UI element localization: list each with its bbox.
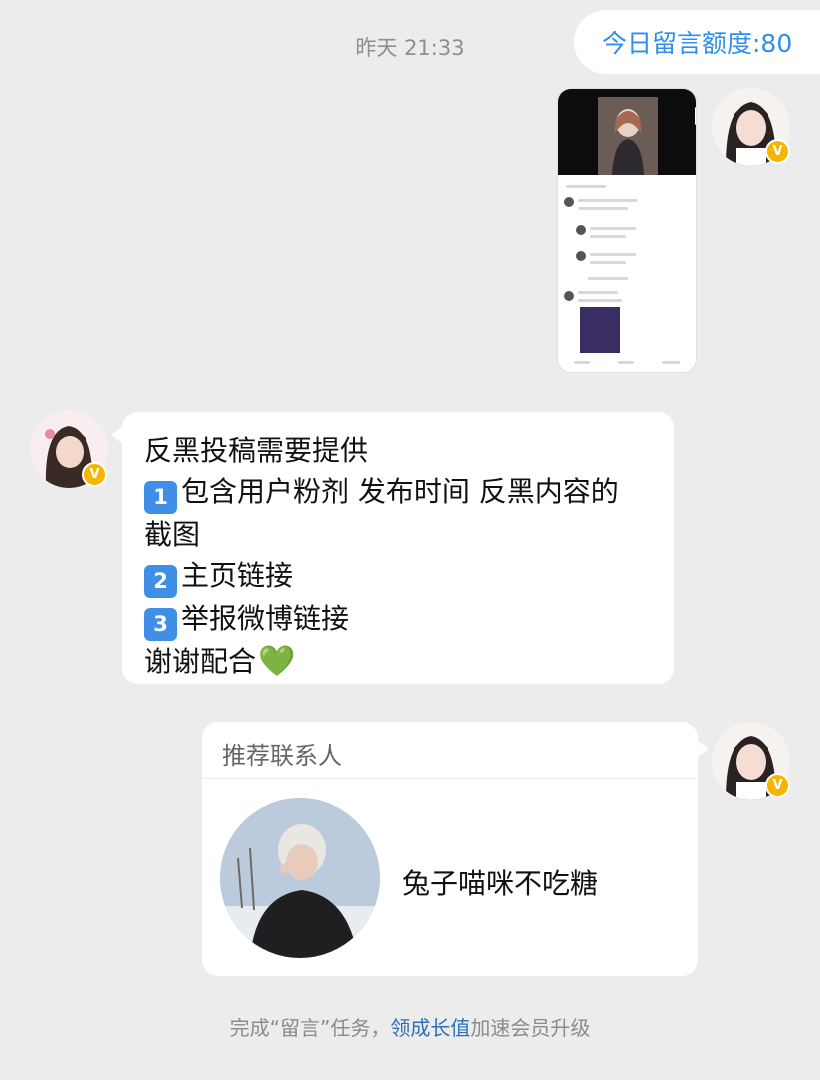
verified-icon: V [82,462,107,487]
message-line: 3 举报微博链接 [144,598,652,641]
thumbnail-image [580,307,620,353]
contact-name: 兔子喵咪不吃糖 [402,867,599,900]
image-message[interactable] [557,88,697,373]
message-quota-label: 今日留言额度:80 [602,29,793,58]
contact-card[interactable]: 推荐联系人 兔子喵咪不吃糖 [202,722,709,976]
divider [202,778,698,779]
keycap-one-icon: 1 [144,481,177,514]
earn-growth-link[interactable]: 领成长值 [390,1016,470,1040]
message-line: 谢谢配合💚 [144,644,296,679]
footer-tip: 完成“留言”任务，领成长值加速会员升级 [0,1012,820,1041]
verified-icon: V [765,773,790,798]
verified-icon: V [765,139,790,164]
message-quota-badge[interactable]: 今日留言额度:80 [574,10,820,74]
keycap-two-icon: 2 [144,565,177,598]
message-line: 2 主页链接 [144,555,652,598]
message-line: 反黑投稿需要提供 [144,434,369,467]
footer-prefix: 完成“留言”任务， [229,1016,391,1040]
contact-avatar [220,798,380,958]
green-heart-icon: 💚 [258,644,296,679]
message-text: 反黑投稿需要提供 1 包含用户粉剂 发布时间 反黑内容的 截图 2 主页链接 3 举报… [122,412,674,700]
timestamp: 昨天 21:33 [355,36,465,60]
contact-avatar-boy-icon [220,798,380,958]
message-line: 截图 [144,518,201,551]
contact-card-title: 推荐联系人 [222,742,342,770]
text-message-bubble[interactable]: 反黑投稿需要提供 1 包含用户粉剂 发布时间 反黑内容的 截图 2 主页链接 3 举报… [111,412,674,684]
video-thumbnail [558,89,696,175]
keycap-three-icon: 3 [144,608,177,641]
message-line: 1 包含用户粉剂 发布时间 反黑内容的 [144,471,652,514]
footer-suffix: 加速会员升级 [470,1016,591,1040]
